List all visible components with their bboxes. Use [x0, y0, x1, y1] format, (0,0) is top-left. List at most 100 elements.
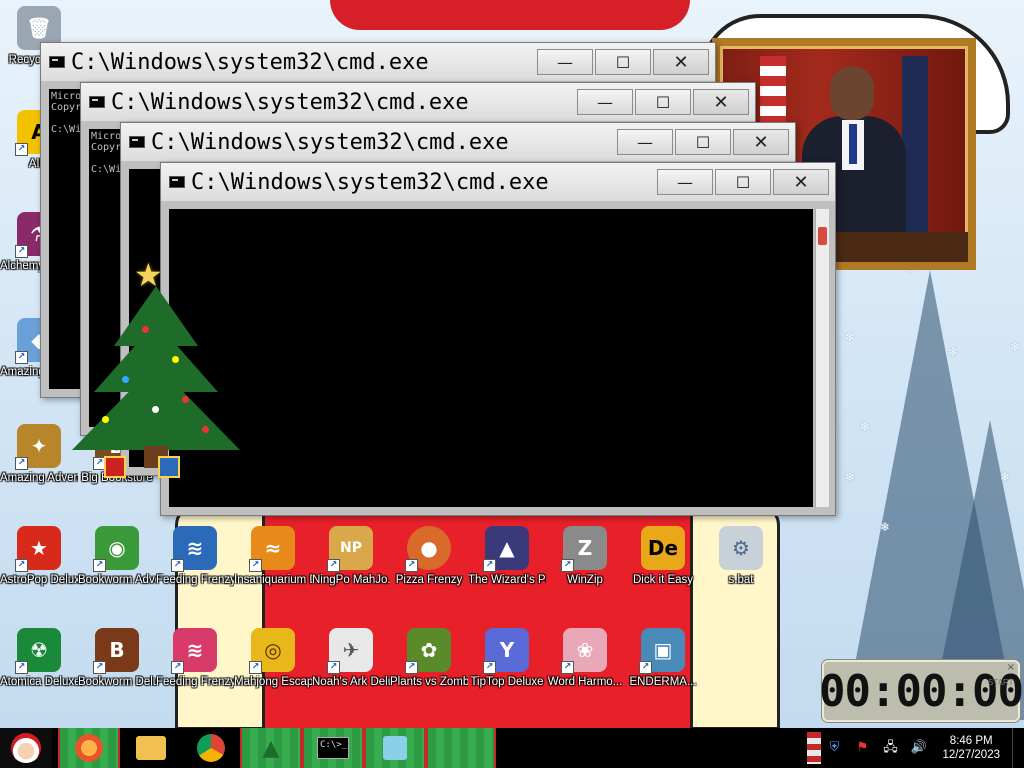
- goldfish-icon: ≈ ↗: [249, 526, 295, 572]
- dove-icon: ✈ ↗: [327, 628, 373, 674]
- taskbar-chrome[interactable]: [180, 728, 242, 768]
- taskbar-clock[interactable]: 8:46 PM 12/27/2023: [942, 734, 1000, 762]
- icon-label: Insaniquarium Deluxe: [234, 574, 312, 586]
- ornament: [182, 396, 189, 403]
- close-button[interactable]: ✕: [773, 169, 829, 195]
- tree-icon: ▲: [262, 735, 280, 761]
- gift-icon: [104, 456, 126, 478]
- desktop-icon-feeding-frenzy-deluxe[interactable]: ≋↗ Feeding Frenzy Deluxe: [156, 628, 234, 689]
- taskbar: ▲ C:\>_ ⛨ ⚑ 🖧 🔊 8:46 PM 12/27/2023: [0, 728, 1024, 768]
- close-button[interactable]: ✕: [733, 129, 789, 155]
- icon-label: Pizza Frenzy: [395, 574, 463, 586]
- wizard-hat-icon: ▲ ↗: [483, 526, 529, 572]
- cmd-icon: C:\>_: [317, 737, 349, 759]
- compass-icon: ✦ ↗: [15, 424, 61, 470]
- maximize-button[interactable]: ☐: [675, 129, 731, 155]
- taskbar-file-explorer[interactable]: [120, 728, 182, 768]
- ornament: [152, 406, 159, 413]
- taskbar-firefox[interactable]: [58, 728, 120, 768]
- icon-label: TipTop Deluxe: [470, 676, 544, 688]
- icon-label: Bookworm Adventures...: [78, 574, 156, 586]
- firefox-icon: [75, 734, 103, 762]
- blossom-icon: ❀ ↗: [561, 628, 607, 674]
- christmas-tree-gadget[interactable]: ★: [62, 256, 252, 486]
- shortcut-arrow-icon: ↗: [249, 559, 262, 572]
- minimize-button[interactable]: —: [577, 89, 633, 115]
- desktop-icon-dick-it-easy[interactable]: De Dick it Easy: [624, 526, 702, 587]
- icon-label: AstroPop Deluxe: [0, 574, 78, 586]
- taskbar-cmd[interactable]: C:\>_: [302, 728, 364, 768]
- desktop-icon-s-bat[interactable]: ⚙ s.bat: [702, 526, 780, 587]
- shortcut-arrow-icon: ↗: [15, 143, 28, 156]
- network-icon[interactable]: 🖧: [882, 740, 898, 756]
- console-output[interactable]: [169, 209, 813, 507]
- desktop-icon-feeding-frenzy[interactable]: ≋↗ Feeding Frenzy...: [156, 526, 234, 587]
- ornament: [202, 426, 209, 433]
- action-center-flag-icon[interactable]: ⚑: [854, 740, 870, 756]
- timer-start-button[interactable]: START: [988, 678, 1013, 687]
- desktop-icon-wizards-pen[interactable]: ▲↗ The Wizard's Pen: [468, 526, 546, 587]
- shortcut-arrow-icon: ↗: [561, 559, 574, 572]
- desktop-icon-insaniquarium[interactable]: ≈↗ Insaniquarium Deluxe: [234, 526, 312, 587]
- shortcut-arrow-icon: ↗: [327, 559, 340, 572]
- countdown-timer-gadget[interactable]: × 00:00:00 START: [819, 660, 1024, 722]
- tray-overflow-tab[interactable]: [807, 732, 821, 764]
- desktop-icon-noahs-ark[interactable]: ✈↗ Noah's Ark Deluxe: [312, 628, 390, 689]
- show-desktop-button[interactable]: [1012, 728, 1018, 768]
- icon-label: The Wizard's Pen: [468, 574, 546, 586]
- desktop-icon-word-harmony[interactable]: ❀ ↗ Word Harmo...: [546, 628, 624, 689]
- shortcut-arrow-icon: ↗: [15, 351, 28, 364]
- minimize-button[interactable]: —: [657, 169, 713, 195]
- vertical-scrollbar[interactable]: [815, 209, 829, 507]
- taskbar-christmas-tree[interactable]: ▲: [240, 728, 302, 768]
- radiation-icon: ☢ ↗: [15, 628, 61, 674]
- desktop-icon-winzip[interactable]: Z ↗ WinZip: [546, 526, 624, 587]
- icon-label: Feeding Frenzy Deluxe: [156, 676, 234, 688]
- maximize-button[interactable]: ☐: [715, 169, 771, 195]
- desktop-icon-bookworm-adventures[interactable]: ◉↗ Bookworm Adventures...: [78, 526, 156, 587]
- desktop-icon-ningpo-mahjong[interactable]: NP ↗ NingPo MahJo...: [312, 526, 390, 587]
- icon-label: Feeding Frenzy...: [156, 574, 234, 586]
- desktop-icon-astropop-deluxe[interactable]: ★ ↗ AstroPop Deluxe: [0, 526, 78, 587]
- chrome-icon: [197, 734, 225, 762]
- window-app-icon: ▣ ↗: [639, 628, 685, 674]
- maximize-button[interactable]: ☐: [595, 49, 651, 75]
- cmd-window-4[interactable]: C:\Windows\system32\cmd.exe — ☐ ✕: [160, 162, 836, 516]
- close-button[interactable]: ✕: [653, 49, 709, 75]
- scrollbar-thumb[interactable]: [818, 227, 827, 245]
- desktop-icon-mahjong-escape[interactable]: ◎↗ Mahjong Escape ...: [234, 628, 312, 689]
- desktop-icon-pizza-frenzy[interactable]: ● ↗ Pizza Frenzy: [390, 526, 468, 587]
- system-tray: ⛨ ⚑ 🖧 🔊 8:46 PM 12/27/2023: [826, 728, 1024, 768]
- snowflake-icon: ❄: [1010, 340, 1021, 354]
- taskbar-notepad[interactable]: [364, 728, 426, 768]
- volume-icon[interactable]: 🔊: [910, 740, 926, 756]
- desktop-icon-atomica-deluxe[interactable]: ☢ ↗ Atomica Deluxe: [0, 628, 78, 689]
- cmd-icon: [49, 56, 65, 68]
- desktop-icon-tiptop-deluxe[interactable]: Y ↗ TipTop Deluxe: [468, 628, 546, 689]
- window-title: C:\Windows\system32\cmd.exe: [151, 129, 509, 155]
- notepad-icon: [383, 736, 407, 760]
- shortcut-arrow-icon: ↗: [171, 661, 184, 674]
- astropop-icon: ★ ↗: [15, 526, 61, 572]
- minimize-button[interactable]: —: [537, 49, 593, 75]
- taskbar-empty-slot[interactable]: [426, 728, 496, 768]
- desktop-icon-plants-vs-zombies[interactable]: ✿↗ Plants vs Zombies: [390, 628, 468, 689]
- cocktail-icon: Y ↗: [483, 628, 529, 674]
- close-button[interactable]: ✕: [693, 89, 749, 115]
- desktop-icon-enderma[interactable]: ▣ ↗ ENDERMA...: [624, 628, 702, 689]
- maximize-button[interactable]: ☐: [635, 89, 691, 115]
- ornament: [172, 356, 179, 363]
- desktop-icon-bookworm-deluxe[interactable]: B↗ Bookworm Deluxe: [78, 628, 156, 689]
- shortcut-arrow-icon: ↗: [561, 661, 574, 674]
- folder-icon: [136, 736, 166, 760]
- shortcut-arrow-icon: ↗: [405, 661, 418, 674]
- minimize-button[interactable]: —: [617, 129, 673, 155]
- ornament: [102, 416, 109, 423]
- fish-icon: ≋ ↗: [171, 628, 217, 674]
- window-title: C:\Windows\system32\cmd.exe: [71, 49, 429, 75]
- start-button[interactable]: [0, 728, 52, 768]
- shield-icon[interactable]: ⛨: [826, 740, 842, 756]
- timer-close-button[interactable]: ×: [1007, 662, 1015, 673]
- shortcut-arrow-icon: ↗: [15, 457, 28, 470]
- icon-label: WinZip: [567, 574, 603, 586]
